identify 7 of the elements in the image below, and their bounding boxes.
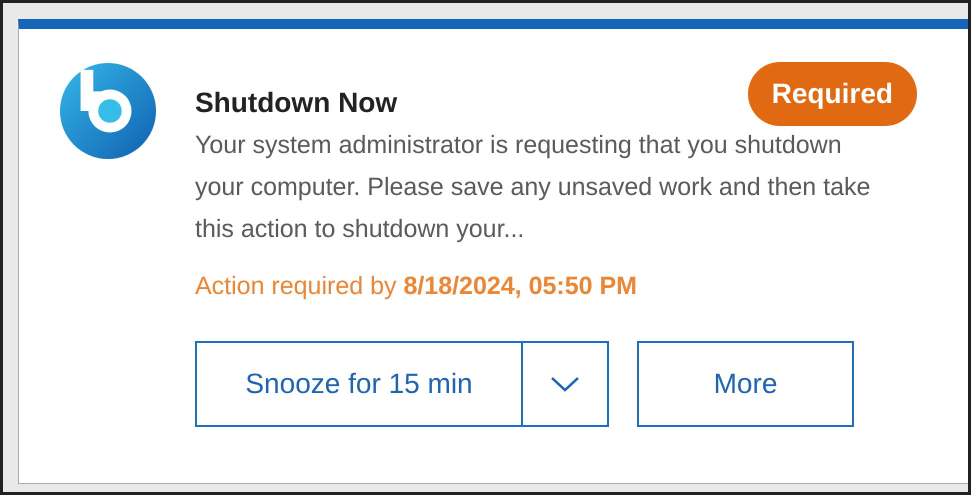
more-button[interactable]: More bbox=[637, 341, 854, 427]
required-badge: Required bbox=[748, 62, 917, 126]
chevron-down-icon bbox=[550, 375, 580, 393]
deadline-text: Action required by 8/18/2024, 05:50 PM bbox=[195, 272, 638, 301]
logo-icon bbox=[59, 62, 157, 160]
notification-title: Shutdown Now bbox=[195, 87, 398, 119]
notification-message: Your system administrator is requesting that you shutdown your computer. Please save any unsaved work and then take this action to shutdown your... bbox=[195, 130, 872, 245]
